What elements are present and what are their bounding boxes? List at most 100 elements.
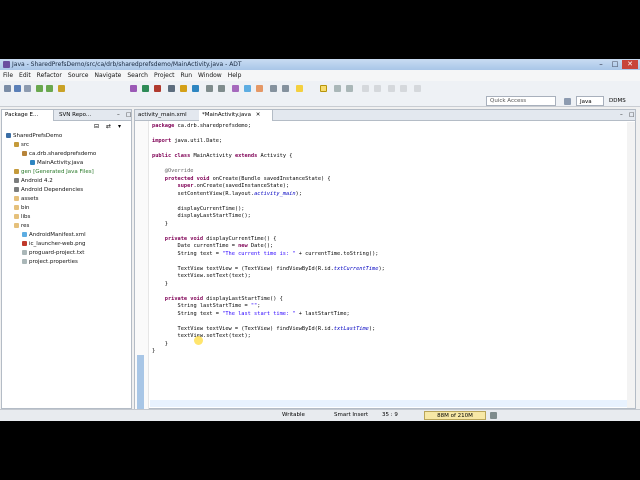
- library-icon: [14, 187, 19, 192]
- code-line: }: [152, 348, 156, 354]
- new-icon[interactable]: [4, 85, 11, 92]
- code-token: displayCurrentTime() {: [206, 235, 277, 242]
- perspective-ddms-button[interactable]: DDMS: [606, 96, 638, 106]
- tab-svn-repositories[interactable]: SVN Repo...: [56, 110, 108, 121]
- debug-icon[interactable]: [130, 85, 137, 92]
- menu-help[interactable]: Help: [225, 70, 245, 81]
- menu-file[interactable]: File: [0, 70, 16, 81]
- string-literal: "The last start time: ": [222, 310, 296, 317]
- lint-icon[interactable]: [58, 85, 65, 92]
- menu-search[interactable]: Search: [124, 70, 151, 81]
- open-perspective-icon[interactable]: [564, 98, 571, 105]
- code-line: protected void onCreate(Bundle savedInst…: [152, 176, 331, 184]
- tree-item-assets[interactable]: assets: [14, 195, 39, 203]
- code-token: Date();: [247, 243, 274, 249]
- keyword: public class: [152, 153, 191, 159]
- whitespace-icon[interactable]: [256, 85, 263, 92]
- nav-back-icon[interactable]: [400, 85, 407, 92]
- tree-item-manifest[interactable]: AndroidManifest.xml: [22, 231, 86, 239]
- avd-manager-icon[interactable]: [46, 85, 53, 92]
- tab-java-label: *MainActivity.java: [202, 112, 251, 118]
- menu-run[interactable]: Run: [178, 70, 196, 81]
- perspective-java-button[interactable]: Java: [576, 96, 604, 106]
- tree-item-properties[interactable]: project.properties: [22, 258, 78, 266]
- link-editor-icon[interactable]: ⇄: [106, 123, 111, 130]
- close-tab-icon[interactable]: ✕: [256, 112, 261, 118]
- keyword: private void: [152, 295, 204, 302]
- minimize-editor-icon[interactable]: –: [617, 110, 625, 121]
- external-tools-icon[interactable]: [154, 85, 161, 92]
- tree-item-launcher-png[interactable]: ic_launcher-web.png: [22, 240, 86, 248]
- view-menu-icon[interactable]: ▾: [118, 123, 121, 130]
- tree-item-gen[interactable]: gen [Generated Java Files]: [14, 168, 94, 176]
- pin-editor-icon[interactable]: [296, 85, 303, 92]
- highlight-icon[interactable]: [320, 85, 327, 92]
- annotation: @Override: [152, 168, 194, 174]
- tree-item-package[interactable]: ca.drb.sharedprefsdemo: [22, 150, 96, 158]
- tree-item-dependencies[interactable]: Android Dependencies: [14, 186, 83, 194]
- menu-refactor[interactable]: Refactor: [34, 70, 65, 81]
- code-editor[interactable]: activity_main.xml *MainActivity.java ✕ –…: [134, 109, 636, 411]
- print-icon[interactable]: [24, 85, 31, 92]
- new-class-icon[interactable]: [192, 85, 199, 92]
- menu-project[interactable]: Project: [151, 70, 178, 81]
- eclipse-window: Java - SharedPrefsDemo/src/ca/drb/shared…: [0, 59, 640, 421]
- close-icon[interactable]: ✕: [622, 60, 638, 69]
- maximize-icon[interactable]: □: [608, 60, 622, 69]
- tree-label: proguard-project.txt: [29, 250, 85, 256]
- minimize-icon[interactable]: –: [594, 60, 608, 69]
- mouse-cursor-highlight: [194, 336, 203, 345]
- new-java-project-icon[interactable]: [168, 85, 175, 92]
- garbage-collect-icon[interactable]: [490, 412, 497, 419]
- maximize-editor-icon[interactable]: □: [626, 110, 634, 121]
- code-token: + currentTime.toString();: [295, 250, 379, 257]
- forward-icon[interactable]: [374, 85, 381, 92]
- tree-item-project[interactable]: SharedPrefsDemo: [6, 132, 62, 140]
- tree-item-mainactivity[interactable]: MainActivity.java: [30, 159, 83, 167]
- tree-item-android-lib[interactable]: Android 4.2: [14, 177, 53, 185]
- open-type-icon[interactable]: [206, 85, 213, 92]
- tab-package-explorer[interactable]: Package E...: [2, 110, 54, 121]
- tree-label: libs: [21, 214, 31, 220]
- show-whitespace-icon[interactable]: [346, 85, 353, 92]
- back-icon[interactable]: [362, 85, 369, 92]
- new-package-icon[interactable]: [180, 85, 187, 92]
- tree-item-src[interactable]: src: [14, 141, 29, 149]
- toggle-mark-icon[interactable]: [232, 85, 239, 92]
- last-edit-icon[interactable]: [388, 85, 395, 92]
- tree-item-proguard[interactable]: proguard-project.txt: [22, 249, 84, 257]
- field-token: txtCurrentTime: [333, 265, 379, 272]
- menu-source[interactable]: Source: [65, 70, 92, 81]
- toggle-block-icon[interactable]: [334, 85, 341, 92]
- overview-ruler[interactable]: [627, 122, 635, 408]
- android-sdk-icon[interactable]: [36, 85, 43, 92]
- code-line: }: [152, 340, 168, 347]
- tab-activity-main-xml[interactable]: activity_main.xml: [135, 110, 197, 121]
- code-line: String text = "The current time is: " + …: [152, 250, 379, 259]
- code-line: super.onCreate(savedInstanceState);: [152, 183, 290, 191]
- tree-item-libs[interactable]: libs: [14, 213, 30, 221]
- menu-edit[interactable]: Edit: [16, 70, 34, 81]
- tree-item-bin[interactable]: bin: [14, 204, 30, 212]
- heap-status[interactable]: 88M of 210M: [424, 411, 486, 420]
- package-icon: [22, 151, 27, 156]
- maximize-view-icon[interactable]: □: [123, 110, 131, 121]
- annotation-icon[interactable]: [244, 85, 251, 92]
- minimize-view-icon[interactable]: –: [114, 110, 122, 121]
- save-icon[interactable]: [14, 85, 21, 92]
- next-annotation-icon[interactable]: [270, 85, 277, 92]
- quick-access-input[interactable]: Quick Access: [486, 96, 556, 106]
- folder-icon: [14, 214, 19, 219]
- nav-forward-icon[interactable]: [414, 85, 421, 92]
- tab-mainactivity-java[interactable]: *MainActivity.java ✕: [199, 110, 273, 121]
- eclipse-app-icon: [3, 61, 10, 68]
- run-icon[interactable]: [142, 85, 149, 92]
- search-icon[interactable]: [218, 85, 225, 92]
- prev-annotation-icon[interactable]: [282, 85, 289, 92]
- tree-item-res[interactable]: res: [14, 222, 29, 230]
- menu-window[interactable]: Window: [195, 70, 225, 81]
- collapse-all-icon[interactable]: ⊟: [94, 123, 99, 130]
- code-line: setContentView(R.layout.activity_main);: [152, 191, 302, 199]
- menu-navigate[interactable]: Navigate: [91, 70, 124, 81]
- tree-label: src: [21, 142, 30, 148]
